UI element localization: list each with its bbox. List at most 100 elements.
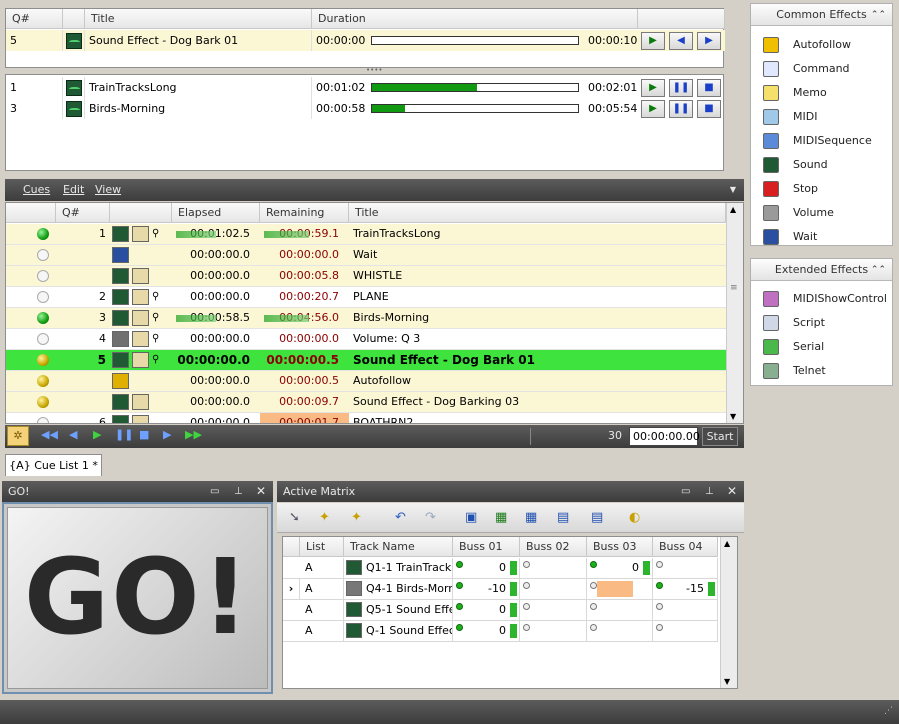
- previous-icon[interactable]: ◀: [69, 428, 77, 441]
- cue-row[interactable]: 6 00:00:00.0 00:00:01.7 BOATHRN2: [6, 413, 726, 423]
- buss-cell[interactable]: [520, 558, 587, 578]
- matrix-row[interactable]: AQ-1 Sound Effect - 0: [283, 621, 718, 642]
- buss-cell[interactable]: [587, 600, 653, 620]
- pause-icon[interactable]: ❚❚: [115, 428, 133, 441]
- tab-cue-list-1[interactable]: {A} Cue List 1 *: [5, 454, 102, 476]
- buss-cell[interactable]: [653, 600, 718, 620]
- buss-toggle[interactable]: [456, 582, 463, 589]
- scroll-grip-icon[interactable]: ≡: [730, 283, 738, 293]
- effect-item[interactable]: Wait: [763, 227, 817, 247]
- collapse-icon[interactable]: ⌃⌃: [871, 4, 886, 26]
- effect-item[interactable]: Volume: [763, 203, 834, 223]
- pin-icon[interactable]: ⊥: [234, 481, 243, 502]
- cue-row[interactable]: 00:00:00.0 00:00:05.8 WHISTLE: [6, 266, 726, 287]
- matrix-col-buss04[interactable]: Buss 04: [653, 537, 718, 557]
- common-effects-header[interactable]: Common Effects ⌃⌃: [751, 4, 892, 26]
- col-q-header[interactable]: Q#: [6, 9, 63, 29]
- matrix-icon[interactable]: ▦: [495, 510, 507, 525]
- buss-cell[interactable]: 0: [453, 558, 520, 578]
- matrix-col-track[interactable]: Track Name: [344, 537, 453, 557]
- collapse-icon[interactable]: ⌃⌃: [871, 259, 886, 281]
- effect-item[interactable]: Telnet: [763, 361, 826, 381]
- stop-button[interactable]: ■: [697, 100, 721, 118]
- cue-col-q[interactable]: Q#: [56, 203, 110, 223]
- start-button[interactable]: Start: [702, 427, 738, 446]
- buss-cell[interactable]: [520, 600, 587, 620]
- next-icon[interactable]: ▶: [163, 428, 171, 441]
- buss-cell[interactable]: [653, 558, 718, 578]
- matrix-row[interactable]: ›AQ4-1 Birds-Mornin -10 -15: [283, 579, 718, 600]
- buss-toggle[interactable]: [590, 582, 597, 589]
- buss-toggle[interactable]: [523, 624, 530, 631]
- resize-grip-icon[interactable]: ⋰: [884, 706, 893, 716]
- scroll-down-icon[interactable]: ▼: [724, 677, 730, 686]
- minimize-icon[interactable]: ▭: [210, 481, 219, 502]
- effect-item[interactable]: Stop: [763, 179, 818, 199]
- scroll-up-icon[interactable]: ▲: [724, 539, 730, 548]
- time-field[interactable]: 00:00:00.00: [629, 427, 700, 446]
- add-all-icon[interactable]: ✦: [351, 510, 362, 525]
- scroll-up-icon[interactable]: ▲: [730, 205, 736, 214]
- go-all-icon[interactable]: ▶▶: [185, 428, 202, 441]
- col-title-header[interactable]: Title: [85, 9, 312, 29]
- playing-row[interactable]: 1 TrainTracksLong 00:01:02 00:02:01 ▶ ❚❚…: [6, 77, 725, 98]
- cue-row[interactable]: 00:00:00.0 00:00:00.5 Autofollow: [6, 371, 726, 392]
- buss-cell[interactable]: -15: [653, 579, 718, 599]
- cue-row[interactable]: 5 ⚲ 00:00:00.0 00:00:00.5 Sound Effect - Dog…: [6, 350, 726, 371]
- menu-view[interactable]: View: [95, 179, 121, 201]
- close-icon[interactable]: ✕: [256, 481, 266, 502]
- buss-toggle[interactable]: [656, 582, 663, 589]
- matrix-row[interactable]: AQ1-1 TrainTracksL 0 0: [283, 558, 718, 579]
- add-icon[interactable]: ✦: [319, 510, 330, 525]
- buss-cell[interactable]: 0: [453, 621, 520, 641]
- col-duration-header[interactable]: Duration: [312, 9, 638, 29]
- cue-scrollbar[interactable]: ▲ ≡ ▼: [726, 203, 743, 423]
- buss-cell[interactable]: 0: [587, 558, 653, 578]
- cue-row[interactable]: 2 ⚲ 00:00:00.0 00:00:20.7 PLANE: [6, 287, 726, 308]
- cue-col-elapsed[interactable]: Elapsed: [172, 203, 260, 223]
- play-icon[interactable]: ▶: [93, 428, 101, 441]
- effect-item[interactable]: Sound: [763, 155, 828, 175]
- buss-cell[interactable]: [587, 579, 653, 599]
- pin-icon[interactable]: ⊥: [705, 481, 714, 502]
- buss-cell[interactable]: [520, 621, 587, 641]
- menu-edit[interactable]: Edit: [63, 179, 84, 201]
- buss-toggle[interactable]: [456, 561, 463, 568]
- matrix-row[interactable]: AQ5-1 Sound Effect 0: [283, 600, 718, 621]
- matrix-alt-icon[interactable]: ▦: [525, 510, 537, 525]
- cue-row[interactable]: 4 ⚲ 00:00:00.0 00:00:00.0 Volume: Q 3: [6, 329, 726, 350]
- buss-cell[interactable]: [587, 621, 653, 641]
- buss-toggle[interactable]: [456, 603, 463, 610]
- effect-item[interactable]: Script: [763, 313, 825, 333]
- matrix-col-buss01[interactable]: Buss 01: [453, 537, 520, 557]
- buss-toggle[interactable]: [590, 624, 597, 631]
- effect-item[interactable]: Memo: [763, 83, 827, 103]
- buss-toggle[interactable]: [656, 603, 663, 610]
- matrix-col-buss02[interactable]: Buss 02: [520, 537, 587, 557]
- col-icon-header[interactable]: [63, 9, 85, 29]
- matrix-col-buss03[interactable]: Buss 03: [587, 537, 653, 557]
- buss-toggle[interactable]: [523, 603, 530, 610]
- cue-col-title[interactable]: Title: [349, 203, 726, 223]
- buss-toggle[interactable]: [523, 561, 530, 568]
- move-icon[interactable]: ➘: [289, 510, 300, 525]
- pending-row[interactable]: 5 Sound Effect - Dog Bark 01 00:00:00 00…: [6, 30, 725, 51]
- buss-toggle[interactable]: [656, 624, 663, 631]
- cue-row[interactable]: 00:00:00.0 00:00:00.0 Wait: [6, 245, 726, 266]
- cue-row[interactable]: 3 ⚲ 00:00:58.5 00:04:56.0 Birds-Morning: [6, 308, 726, 329]
- extended-effects-header[interactable]: Extended Effects ⌃⌃: [751, 259, 892, 281]
- play-button[interactable]: ▶: [641, 100, 665, 118]
- play-button[interactable]: ▶: [641, 32, 665, 50]
- buss-toggle[interactable]: [456, 624, 463, 631]
- stop-button[interactable]: ■: [697, 79, 721, 97]
- effect-item[interactable]: MIDISequence: [763, 131, 872, 151]
- buss-toggle[interactable]: [656, 561, 663, 568]
- select-icon[interactable]: ▣: [465, 510, 477, 525]
- effect-item[interactable]: Serial: [763, 337, 824, 357]
- buss-cell[interactable]: [653, 621, 718, 641]
- buss-cell[interactable]: 0: [453, 600, 520, 620]
- rewind-all-icon[interactable]: ◀◀: [41, 428, 58, 441]
- undo-icon[interactable]: ↶: [395, 510, 406, 525]
- pause-button[interactable]: ❚❚: [669, 79, 693, 97]
- buss-cell[interactable]: [520, 579, 587, 599]
